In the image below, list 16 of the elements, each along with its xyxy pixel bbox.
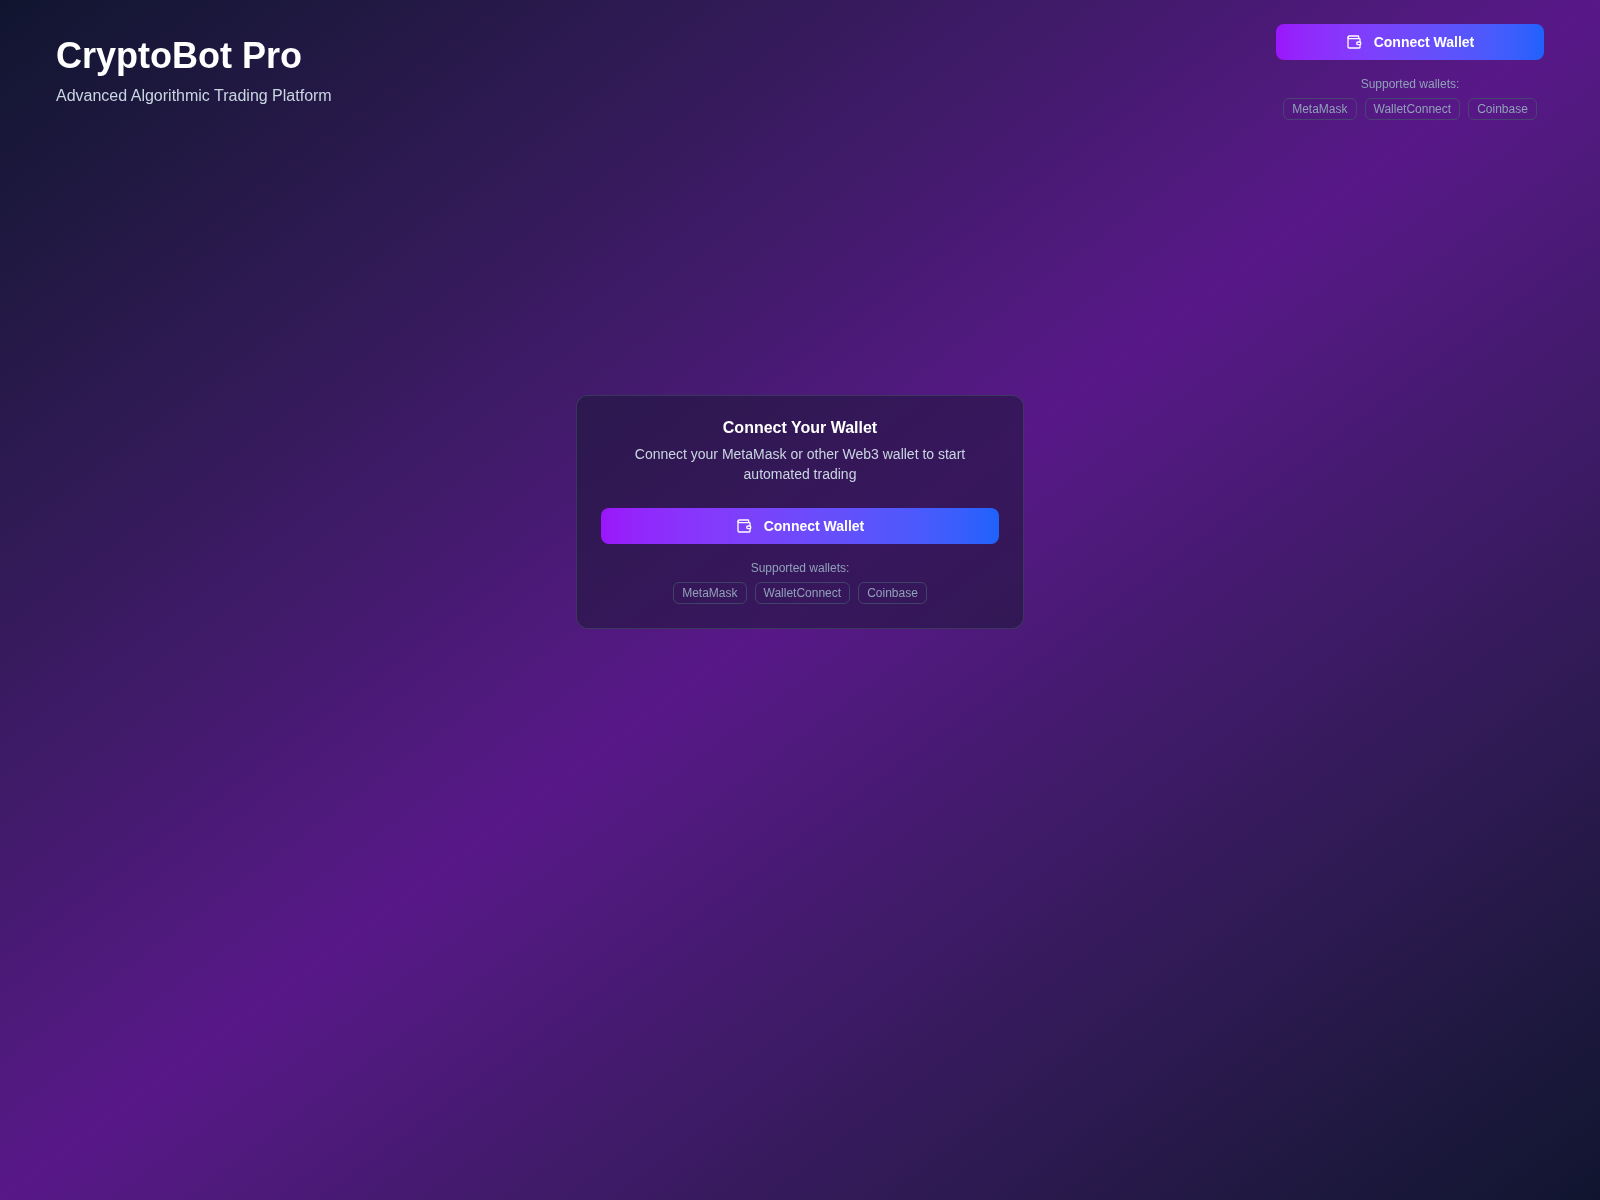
app-title: CryptoBot Pro (56, 36, 303, 76)
wallet-tag: Coinbase (1468, 98, 1537, 120)
connect-wallet-button[interactable]: Connect Wallet (601, 508, 999, 544)
app-subtitle: Advanced Algorithmic Trading Platform (56, 86, 332, 106)
supported-wallets-label: Supported wallets: (750, 560, 850, 576)
card-description: Connect your MetaMask or other Web3 wallet to start automated trading (633, 445, 967, 484)
wallet-icon (1345, 34, 1362, 50)
supported-wallets-label: Supported wallets: (1360, 76, 1460, 92)
wallet-tag: MetaMask (673, 582, 747, 604)
wallet-icon (735, 518, 752, 534)
card-title: Connect Your Wallet (722, 418, 878, 438)
wallet-tag: WalletConnect (1364, 98, 1461, 120)
wallet-tag: WalletConnect (754, 582, 851, 604)
connect-wallet-button[interactable]: Connect Wallet (1276, 24, 1544, 60)
wallet-tag: MetaMask (1283, 98, 1357, 120)
wallet-tag: Coinbase (858, 582, 927, 604)
